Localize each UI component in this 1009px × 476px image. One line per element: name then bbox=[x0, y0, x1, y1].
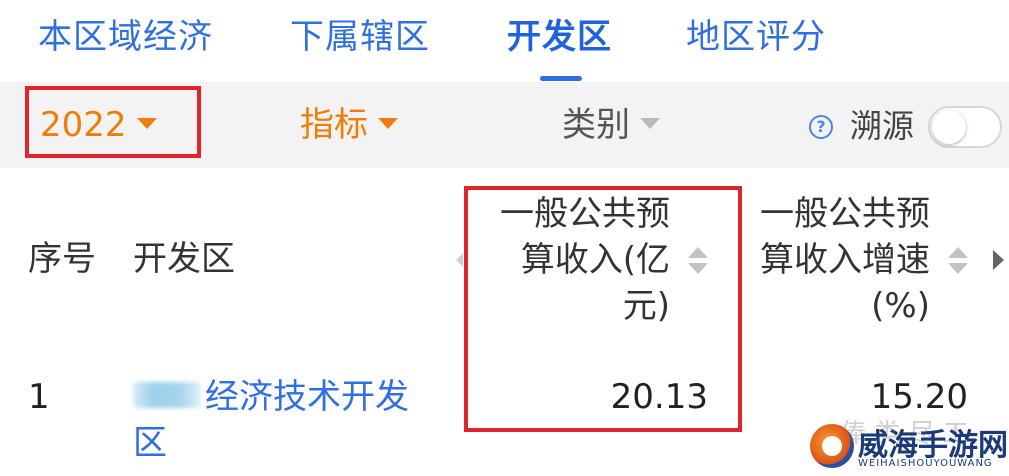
redacted-name bbox=[133, 381, 201, 408]
category-dropdown[interactable]: 类别 bbox=[562, 102, 660, 148]
help-icon[interactable]: ? bbox=[809, 115, 833, 139]
header-growth-line3: (%) bbox=[871, 286, 930, 326]
header-growth-line2: 算收入增速 bbox=[760, 240, 930, 280]
scroll-right-icon[interactable] bbox=[993, 250, 1004, 270]
revenue-column-highlight-box bbox=[464, 186, 742, 432]
logo-subtitle: WEIHAISHOUYOUWANG bbox=[858, 458, 993, 469]
zone-name-line1: 经济技术开发 bbox=[205, 377, 409, 417]
header-growth-line1: 一般公共预 bbox=[760, 194, 930, 234]
tab-regional-economy[interactable]: 本区域经济 bbox=[38, 14, 213, 60]
chevron-down-icon bbox=[378, 118, 398, 129]
chevron-down-icon bbox=[640, 118, 660, 129]
indicator-dropdown[interactable]: 指标 bbox=[300, 102, 398, 148]
tab-regional-rating[interactable]: 地区评分 bbox=[686, 14, 826, 60]
tab-subordinate-districts[interactable]: 下属辖区 bbox=[290, 14, 430, 60]
tab-bar: 本区域经济 下属辖区 开发区 地区评分 bbox=[0, 0, 1009, 82]
toggle-knob bbox=[932, 110, 966, 144]
growth-sort-icon[interactable] bbox=[948, 247, 968, 277]
active-tab-indicator bbox=[540, 76, 582, 81]
trace-label: 溯源 bbox=[850, 107, 915, 145]
zone-name-line2[interactable]: 区 bbox=[133, 420, 167, 466]
trace-toggle[interactable] bbox=[928, 106, 1002, 148]
header-index: 序号 bbox=[28, 239, 96, 279]
zone-link[interactable]: 经济技术开发 bbox=[133, 374, 409, 420]
site-logo: 威海手游网 WEIHAISHOUYOUWANG bbox=[808, 420, 1008, 476]
tab-development-zones[interactable]: 开发区 bbox=[507, 14, 612, 60]
indicator-dropdown-label: 指标 bbox=[300, 105, 368, 145]
header-zone: 开发区 bbox=[133, 239, 235, 279]
year-highlight-box bbox=[25, 86, 201, 158]
row-index: 1 bbox=[28, 377, 50, 417]
category-dropdown-label: 类别 bbox=[562, 105, 630, 145]
scroll-left-icon[interactable] bbox=[456, 253, 463, 267]
logo-icon bbox=[810, 424, 854, 468]
